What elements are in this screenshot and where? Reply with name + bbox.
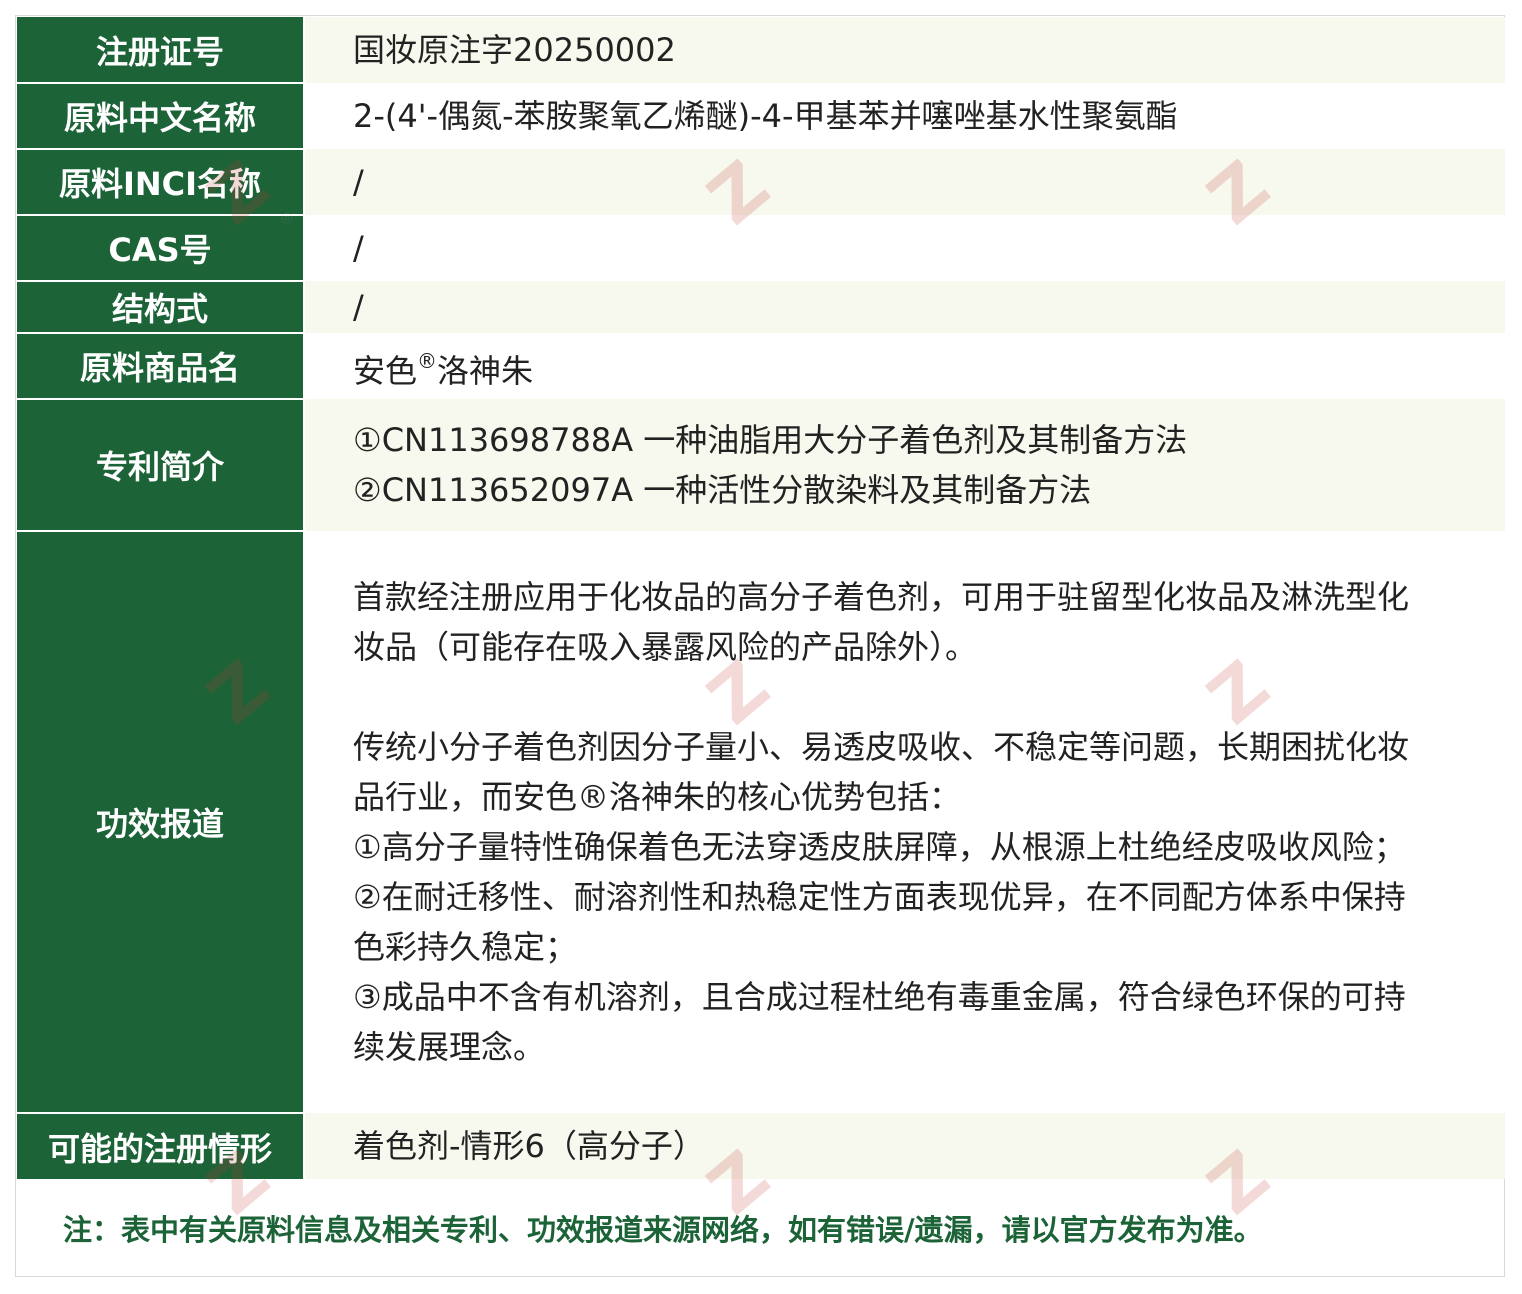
- efficacy-line: 色彩持久稳定；: [353, 928, 578, 966]
- table-row: 注册证号 国妆原注字20250002: [17, 17, 1505, 84]
- row-label-patents: 专利简介: [17, 399, 305, 532]
- registered-mark: ®: [417, 349, 438, 373]
- efficacy-line: 传统小分子着色剂因分子量小、易透皮吸收、不稳定等问题，长期困扰化妆: [353, 728, 1410, 766]
- efficacy-line: ②在耐迁移性、耐溶剂性和热稳定性方面表现优异，在不同配方体系中保持: [353, 878, 1406, 916]
- patent-line: ①CN113698788A 一种油脂用大分子着色剂及其制备方法: [353, 421, 1188, 459]
- table-row: 功效报道 首款经注册应用于化妆品的高分子着色剂，可用于驻留型化妆品及淋洗型化 妆…: [17, 531, 1505, 1114]
- table-row: 可能的注册情形 着色剂-情形6（高分子）: [17, 1113, 1505, 1179]
- row-value-registration-no: 国妆原注字20250002: [304, 17, 1505, 83]
- row-value-efficacy: 首款经注册应用于化妆品的高分子着色剂，可用于驻留型化妆品及淋洗型化 妆品（可能存…: [304, 531, 1505, 1113]
- efficacy-line: ③成品中不含有机溶剂，且合成过程杜绝有毒重金属，符合绿色环保的可持: [353, 978, 1406, 1016]
- table-row: 原料中文名称 2-(4'-偶氮-苯胺聚氧乙烯醚)-4-甲基苯并噻唑基水性聚氨酯: [17, 83, 1505, 150]
- row-value-chinese-name: 2-(4'-偶氮-苯胺聚氧乙烯醚)-4-甲基苯并噻唑基水性聚氨酯: [304, 83, 1505, 149]
- row-label-cas-no: CAS号: [17, 215, 305, 282]
- row-label-registration-case: 可能的注册情形: [17, 1113, 305, 1179]
- efficacy-line: 妆品（可能存在吸入暴露风险的产品除外）。: [353, 628, 978, 666]
- footnote: 注：表中有关原料信息及相关专利、功效报道来源网络，如有错误/遗漏，请以官方发布为…: [17, 1180, 1503, 1276]
- efficacy-line: 品行业，而安色®洛神朱的核心优势包括：: [353, 778, 962, 816]
- row-value-cas-no: /: [304, 215, 1505, 281]
- row-value-trade-name: 安色®洛神朱: [304, 333, 1505, 399]
- table-row: 原料商品名 安色®洛神朱: [17, 333, 1505, 400]
- row-label-chinese-name: 原料中文名称: [17, 83, 305, 150]
- row-label-structure: 结构式: [17, 281, 305, 334]
- table-row: 专利简介 ①CN113698788A 一种油脂用大分子着色剂及其制备方法 ②CN…: [17, 399, 1505, 532]
- row-label-registration-no: 注册证号: [17, 17, 305, 84]
- table-row: 结构式 /: [17, 281, 1505, 334]
- footnote-text: 注：表中有关原料信息及相关专利、功效报道来源网络，如有错误/遗漏，请以官方发布为…: [63, 1213, 1263, 1247]
- trade-name-suffix: 洛神朱: [437, 352, 534, 390]
- row-label-inci-name: 原料INCI名称: [17, 149, 305, 216]
- table-row: CAS号 /: [17, 215, 1505, 282]
- row-value-patents: ①CN113698788A 一种油脂用大分子着色剂及其制备方法 ②CN11365…: [304, 399, 1505, 531]
- efficacy-line: ①高分子量特性确保着色无法穿透皮肤屏障，从根源上杜绝经皮吸收风险；: [353, 828, 1406, 866]
- efficacy-line: 续发展理念。: [353, 1028, 546, 1066]
- trade-name-prefix: 安色: [353, 352, 418, 390]
- efficacy-line: 首款经注册应用于化妆品的高分子着色剂，可用于驻留型化妆品及淋洗型化: [353, 578, 1410, 616]
- row-value-registration-case: 着色剂-情形6（高分子）: [304, 1113, 1505, 1179]
- row-value-structure: /: [304, 281, 1505, 333]
- row-value-inci-name: /: [304, 149, 1505, 215]
- table-row: 原料INCI名称 /: [17, 149, 1505, 216]
- info-table: 注册证号 国妆原注字20250002 原料中文名称 2-(4'-偶氮-苯胺聚氧乙…: [17, 17, 1505, 1179]
- row-label-trade-name: 原料商品名: [17, 333, 305, 400]
- patent-line: ②CN113652097A 一种活性分散染料及其制备方法: [353, 471, 1092, 509]
- row-label-efficacy: 功效报道: [17, 531, 305, 1114]
